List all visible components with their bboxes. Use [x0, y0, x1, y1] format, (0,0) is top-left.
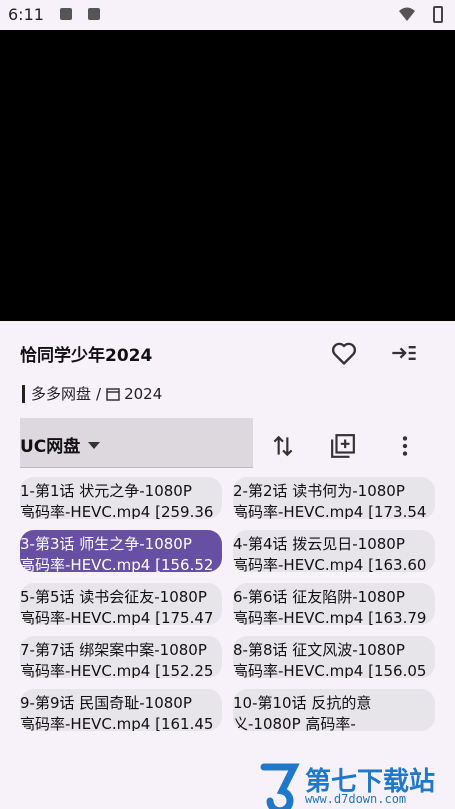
- meta-separator: /: [96, 384, 102, 403]
- source-line: 多多网盘 / 2024: [20, 383, 162, 404]
- add-to-library-icon[interactable]: [330, 433, 356, 459]
- exit-icon[interactable]: [390, 339, 418, 367]
- watermark: 第七下载站 www.d7down.com: [260, 761, 450, 809]
- episode-2[interactable]: 2-第2话 读书何为-1080P 高码率-HEVC.mp4 [173.54: [233, 477, 435, 519]
- source-divider: [22, 384, 25, 403]
- heart-icon[interactable]: [330, 339, 358, 367]
- episode-10[interactable]: 10-第10话 反抗的意 义-1080P 高码率-: [233, 689, 435, 731]
- battery-icon: [433, 6, 443, 23]
- line-select[interactable]: UC网盘: [20, 418, 253, 468]
- episode-1[interactable]: 1-第1话 状元之争-1080P 高码率-HEVC.mp4 [259.36: [20, 477, 222, 519]
- notification-b-icon: [88, 8, 100, 20]
- line-select-value: UC网盘: [20, 437, 81, 457]
- watermark-logo-icon: [260, 763, 300, 809]
- year: 2024: [124, 384, 163, 403]
- episode-7[interactable]: 7-第7话 绑架案中案-1080P 高码率-HEVC.mp4 [152.25: [20, 636, 222, 678]
- notification-a-icon: [60, 8, 72, 20]
- source-name: 多多网盘: [31, 385, 92, 403]
- status-time: 6:11: [8, 5, 44, 24]
- detail-panel: 恰同学少年2024 多多网盘 / 2024 UC网盘 1-第1话 状元之争-10…: [0, 321, 455, 809]
- wifi-icon: [399, 7, 415, 21]
- episode-9[interactable]: 9-第9话 民国奇耻-1080P 高码率-HEVC.mp4 [161.45: [20, 689, 222, 731]
- video-title: 恰同学少年2024: [20, 346, 153, 366]
- episode-3[interactable]: 3-第3话 师生之争-1080P 高码率-HEVC.mp4 [156.52: [20, 530, 222, 572]
- video-player[interactable]: [0, 30, 455, 321]
- episode-5[interactable]: 5-第5话 读书会征友-1080P 高码率-HEVC.mp4 [175.47: [20, 583, 222, 625]
- episode-4[interactable]: 4-第4话 拨云见日-1080P 高码率-HEVC.mp4 [163.60: [233, 530, 435, 572]
- sort-icon[interactable]: [270, 433, 296, 459]
- episode-8[interactable]: 8-第8话 征文风波-1080P 高码率-HEVC.mp4 [156.05: [233, 636, 435, 678]
- episode-6[interactable]: 6-第6话 征友陷阱-1080P 高码率-HEVC.mp4 [163.79: [233, 583, 435, 625]
- watermark-url: www.d7down.com: [305, 792, 407, 806]
- chevron-down-icon: [88, 442, 100, 449]
- status-bar: 6:11: [0, 0, 455, 30]
- calendar-icon: [106, 387, 120, 401]
- more-vert-icon[interactable]: [392, 433, 418, 459]
